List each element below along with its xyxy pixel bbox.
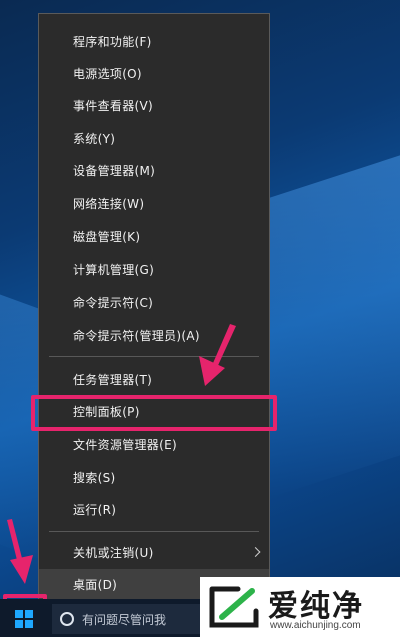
search-placeholder: 有问题尽管问我 bbox=[82, 612, 167, 627]
watermark: 爱纯净 www.aichunjing.com bbox=[200, 577, 400, 637]
windows-logo-icon bbox=[15, 609, 33, 628]
arrow-icon bbox=[199, 324, 236, 386]
arrow-icon bbox=[7, 519, 33, 584]
start-button[interactable] bbox=[5, 600, 43, 637]
brand-logo-icon bbox=[209, 586, 259, 628]
cortana-icon bbox=[60, 612, 74, 626]
watermark-url: www.aichunjing.com bbox=[270, 620, 361, 631]
watermark-brand: 爱纯净 bbox=[268, 589, 364, 624]
annotation-arrows bbox=[7, 324, 236, 584]
search-box[interactable]: 有问题尽管问我 bbox=[52, 604, 207, 634]
